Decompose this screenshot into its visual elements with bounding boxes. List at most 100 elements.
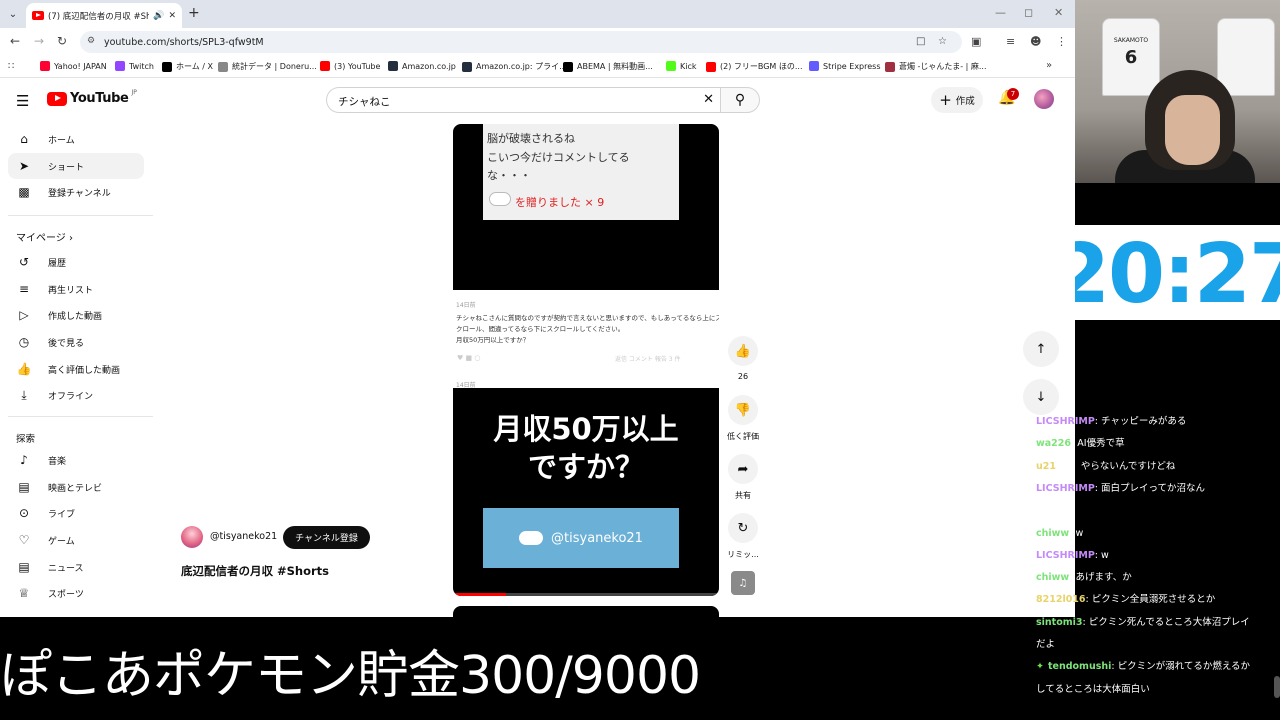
badge-icon: ✦ (1036, 661, 1044, 673)
remix-icon[interactable]: ↻ (728, 513, 758, 543)
avatar[interactable] (1034, 89, 1054, 109)
video-comment-card: 脳が破壊されるね こいつ今だけコメントしてる な・・・ を贈りました × 9 (483, 124, 679, 220)
bookmark-item[interactable]: 蒼燭 -じゃんたま- | 麻... (885, 61, 987, 72)
cloud-icon (519, 531, 544, 545)
forward-icon[interactable]: → (31, 34, 47, 48)
sidebar-item-offline[interactable]: ⤓ オフライン (8, 382, 144, 408)
apps-grid-icon[interactable]: ∷ (8, 61, 14, 72)
like-action[interactable]: 👍 26 (727, 336, 759, 381)
bookmark-item[interactable]: Amazon.co.jp (388, 61, 456, 71)
media-controls-icon[interactable]: ≡ (1006, 35, 1015, 48)
short-title[interactable]: 底辺配信者の月収 #Shorts (181, 563, 329, 579)
subscribe-button[interactable]: チャンネル登録 (283, 526, 370, 549)
search-input[interactable]: チシャねこ ✕ (326, 87, 720, 113)
shorts-player[interactable]: 脳が破壊されるね こいつ今だけコメントしてる な・・・ を贈りました × 9 1… (453, 124, 719, 596)
more-bookmarks-icon[interactable]: » (1046, 60, 1052, 71)
bookmark-item[interactable]: 統計データ | Doneru... (218, 61, 317, 72)
search-button[interactable]: ⚲ (720, 87, 760, 113)
previous-short-button[interactable]: ↑ (1023, 331, 1059, 367)
chat-scrollbar[interactable] (1274, 676, 1280, 698)
card-text-line: な・・・ (487, 169, 531, 182)
window-close-icon[interactable]: ✕ (1054, 6, 1063, 19)
share-action[interactable]: ➦ 共有 (727, 454, 759, 501)
chat-username: u21 (1036, 460, 1056, 472)
sidebar-item-history[interactable]: ↺ 履歴 (8, 249, 144, 275)
youtube-logo[interactable]: YouTube JP (47, 89, 137, 106)
chat-text: ま、やらないんですけどね (1062, 460, 1176, 472)
sidebar-item-movies[interactable]: ▤ 映画とテレビ (8, 474, 144, 500)
next-short-preview[interactable] (453, 606, 719, 617)
like-icon[interactable]: 👍 (728, 336, 758, 366)
bookmark-item[interactable]: (2) フリーBGM ほの... (706, 61, 803, 72)
remix-action[interactable]: ↻ リミッ... (727, 513, 759, 560)
chat-message: chiww: あげます、か (1036, 571, 1280, 585)
browser-window: ⌄ (7) 底辺配信者の月収 #Shorts 🔊 ✕ + — ◻ ✕ ← → ↻… (0, 0, 1075, 617)
extensions-icon[interactable]: ▣ (971, 35, 981, 48)
webcam-feed: SAKAMOTO 6 (1075, 0, 1280, 183)
share-icon[interactable]: ➦ (728, 454, 758, 484)
sidebar-item-label: 作成した動画 (48, 311, 103, 322)
speaker-icon[interactable]: 🔊 (153, 11, 164, 21)
bookmark-label: 蒼燭 -じゃんたま- | 麻... (899, 62, 987, 71)
dislike-action[interactable]: 👎 低く評価 (727, 395, 759, 442)
bookmark-item[interactable]: Yahoo! JAPAN (40, 61, 107, 71)
bookmark-item[interactable]: ABEMA | 無料動画... (563, 61, 653, 72)
bookmark-item[interactable]: ホーム / X (162, 61, 213, 72)
bookmark-star-icon[interactable]: ☆ (938, 36, 947, 47)
sound-icon[interactable]: ♫ (731, 571, 755, 595)
new-tab-button[interactable]: + (188, 5, 200, 21)
sidebar-item-home[interactable]: ⌂ ホーム (8, 126, 144, 152)
reload-icon[interactable]: ↻ (54, 34, 70, 48)
browser-toolbar: ← → ↻ ⚙ youtube.com/shorts/SPL3-qfw9tM □… (0, 28, 1075, 56)
sidebar-item-your-videos[interactable]: ▷ 作成した動画 (8, 302, 144, 328)
video-progress-bar[interactable] (453, 593, 719, 596)
browser-menu-icon[interactable]: ⋮ (1056, 35, 1067, 48)
active-tab[interactable]: (7) 底辺配信者の月収 #Shorts 🔊 ✕ (26, 3, 182, 28)
install-app-icon[interactable]: □ (916, 36, 925, 47)
sidebar-divider (8, 215, 153, 216)
site-info-icon[interactable]: ⚙ (87, 36, 95, 46)
sidebar-item-music[interactable]: ♪ 音楽 (8, 447, 144, 473)
menu-icon[interactable]: ☰ (16, 92, 29, 110)
channel-name[interactable]: @tisyaneko21 (210, 531, 277, 542)
jersey-number: 6 (1124, 47, 1138, 68)
profile-icon[interactable]: ☻ (1030, 35, 1041, 48)
sidebar-item-gaming[interactable]: ♡ ゲーム (8, 527, 144, 553)
bookmark-item[interactable]: (3) YouTube (320, 61, 380, 71)
jersey (1217, 18, 1275, 96)
tab-search-chevron-icon[interactable]: ⌄ (4, 5, 22, 23)
bookmark-label: ABEMA | 無料動画... (577, 62, 653, 71)
bookmark-item[interactable]: Twitch (115, 61, 154, 71)
channel-avatar[interactable] (181, 526, 203, 548)
card-text-line: 脳が破壊されるね (487, 132, 575, 145)
sidebar-item-sports[interactable]: ♕ スポーツ (8, 580, 144, 606)
my-page-heading[interactable]: マイページ › (16, 229, 73, 244)
bookmark-item[interactable]: Kick (666, 61, 697, 71)
sidebar-item-subscriptions[interactable]: ▩ 登録チャンネル (8, 179, 144, 205)
create-label: 作成 (955, 96, 975, 107)
sidebar-item-playlists[interactable]: ≡ 再生リスト (8, 276, 144, 302)
maximize-icon[interactable]: ◻ (1024, 6, 1033, 19)
minimize-icon[interactable]: — (995, 6, 1006, 19)
liked-icon: 👍 (16, 362, 32, 376)
sidebar-item-shorts[interactable]: ➤ ショート (8, 153, 144, 179)
chat-message: LICSHRIMP: w (1036, 549, 1280, 563)
sidebar-item-liked[interactable]: 👍 高く評価した動画 (8, 356, 144, 382)
sidebar-item-watch-later[interactable]: ◷ 後で見る (8, 329, 144, 355)
back-icon[interactable]: ← (7, 34, 23, 48)
create-button[interactable]: + 作成 (931, 87, 983, 113)
address-bar[interactable]: ⚙ youtube.com/shorts/SPL3-qfw9tM □ ☆ (80, 31, 962, 53)
sidebar-item-news[interactable]: ▤ ニュース (8, 554, 144, 580)
bookmark-item[interactable]: Stripe Express (809, 61, 881, 71)
chat-text: AI優秀で草 (1077, 438, 1125, 450)
chat-message: だよ (1036, 638, 1280, 652)
your-videos-icon: ▷ (19, 308, 29, 322)
clear-search-icon[interactable]: ✕ (703, 92, 714, 107)
sidebar-item-live[interactable]: ⊙ ライブ (8, 500, 144, 526)
bookmark-item[interactable]: Amazon.co.jp: プライ... (462, 61, 567, 72)
close-tab-icon[interactable]: ✕ (168, 11, 176, 21)
chat-message: してるところは大体面白い (1036, 683, 1280, 697)
dislike-icon[interactable]: 👎 (728, 395, 758, 425)
chevron-right-icon: › (69, 233, 73, 244)
bookmark-favicon-icon (666, 61, 676, 71)
